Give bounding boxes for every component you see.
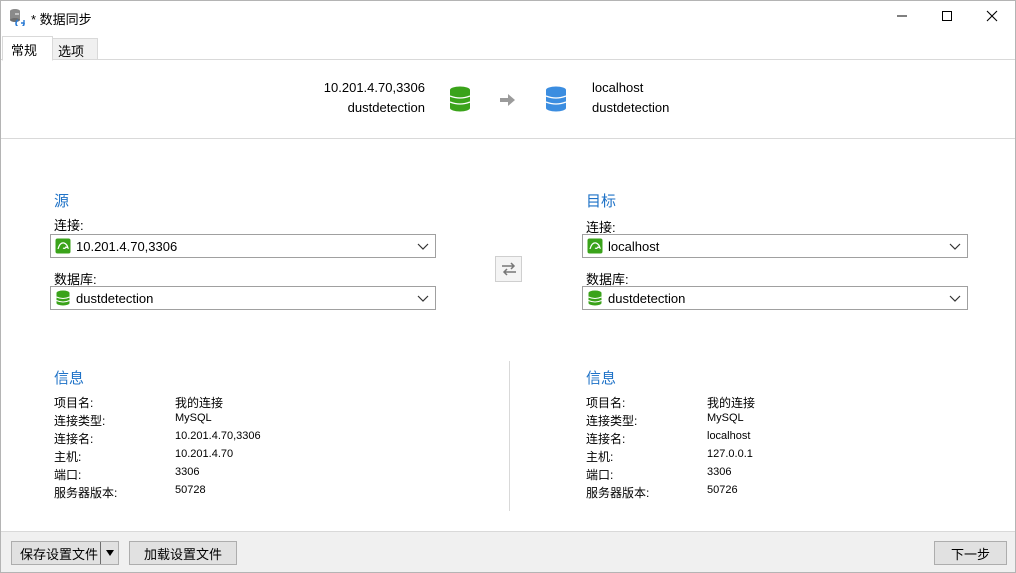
target-info-heading: 信息: [586, 370, 617, 387]
target-database-value: dustdetection: [608, 290, 686, 306]
tab-label: 常规: [11, 43, 38, 58]
tab-strip: 常规 选项: [1, 36, 1015, 61]
info-row: 主机: 10.201.4.70: [54, 448, 454, 466]
info-value: localhost: [707, 430, 751, 442]
chevron-down-icon: [949, 243, 961, 250]
info-value: 10.201.4.70: [175, 448, 234, 460]
chevron-down-icon: [417, 295, 429, 302]
swap-arrows-icon: [501, 262, 516, 276]
source-info-heading: 信息: [54, 370, 85, 387]
info-row: 服务器版本: 50726: [586, 484, 986, 502]
tab-general[interactable]: 常规: [2, 36, 53, 61]
maximize-button[interactable]: [924, 1, 970, 31]
info-key: 连接类型:: [54, 414, 106, 428]
minimize-button[interactable]: [879, 1, 925, 31]
info-value: 3306: [707, 466, 732, 478]
info-key: 项目名:: [54, 396, 94, 410]
target-database-select[interactable]: dustdetection: [582, 286, 968, 310]
load-profile-button[interactable]: 加载设置文件: [129, 541, 237, 565]
info-key: 服务器版本:: [586, 486, 650, 500]
load-profile-label: 加载设置文件: [143, 546, 222, 562]
source-database-value: dustdetection: [76, 290, 154, 306]
info-row: 项目名: 我的连接: [586, 394, 986, 412]
target-info-table: 项目名: 我的连接 连接类型: MySQL 连接名: localhost 主机:…: [586, 394, 986, 502]
title-bar: * 数据同步: [1, 1, 1015, 33]
info-row: 服务器版本: 50728: [54, 484, 454, 502]
info-key: 主机:: [586, 450, 614, 464]
info-key: 连接名:: [586, 432, 626, 446]
save-profile-button[interactable]: 保存设置文件: [11, 541, 119, 565]
info-row: 连接类型: MySQL: [586, 412, 986, 430]
summary-target-db: dustdetection: [592, 100, 670, 115]
window-title: * 数据同步: [31, 12, 92, 27]
info-value: 我的连接: [707, 396, 756, 410]
data-sync-window: * 数据同步 常规 选项 10.201.4.70,3306 dustdetect…: [0, 0, 1016, 573]
source-database-icon: [449, 86, 471, 112]
target-heading: 目标: [586, 193, 617, 210]
info-value: 3306: [175, 466, 200, 478]
info-value: 10.201.4.70,3306: [175, 430, 261, 442]
arrow-right-icon: [500, 94, 515, 106]
info-value: 50728: [175, 484, 206, 496]
swap-button[interactable]: [495, 256, 522, 282]
maximize-icon: [942, 11, 952, 21]
info-key: 连接名:: [54, 432, 94, 446]
info-value: 127.0.0.1: [707, 448, 753, 460]
info-row: 项目名: 我的连接: [54, 394, 454, 412]
summary-source-db: dustdetection: [347, 100, 425, 115]
mysql-connection-icon: [55, 238, 71, 254]
source-connection-select[interactable]: 10.201.4.70,3306: [50, 234, 436, 258]
info-row: 端口: 3306: [54, 466, 454, 484]
info-key: 连接类型:: [586, 414, 638, 428]
sync-summary: 10.201.4.70,3306 dustdetection localhost…: [1, 60, 1015, 139]
info-key: 端口:: [54, 468, 82, 482]
minimize-icon: [897, 15, 907, 17]
info-value: 我的连接: [175, 396, 224, 410]
save-profile-dropdown[interactable]: [100, 542, 118, 564]
info-row: 连接名: 10.201.4.70,3306: [54, 430, 454, 448]
info-row: 端口: 3306: [586, 466, 986, 484]
info-key: 端口:: [586, 468, 614, 482]
dropdown-arrow-icon: [105, 550, 114, 556]
save-profile-label: 保存设置文件: [20, 546, 99, 562]
database-icon: [56, 290, 70, 306]
source-database-select[interactable]: dustdetection: [50, 286, 436, 310]
info-row: 连接类型: MySQL: [54, 412, 454, 430]
source-connection-value: 10.201.4.70,3306: [76, 238, 178, 254]
info-key: 服务器版本:: [54, 486, 118, 500]
sync-database-icon: [10, 9, 25, 26]
source-connection-label: 连接:: [54, 218, 84, 233]
target-connection-select[interactable]: localhost: [582, 234, 968, 258]
next-button[interactable]: 下一步: [934, 541, 1007, 565]
summary-source-host: 10.201.4.70,3306: [323, 80, 425, 95]
close-icon: [986, 10, 998, 22]
info-row: 连接名: localhost: [586, 430, 986, 448]
source-info-table: 项目名: 我的连接 连接类型: MySQL 连接名: 10.201.4.70,3…: [54, 394, 454, 502]
tab-options[interactable]: 选项: [53, 38, 98, 60]
info-value: MySQL: [175, 412, 212, 424]
mysql-connection-icon: [587, 238, 603, 254]
close-button[interactable]: [969, 1, 1015, 31]
info-key: 主机:: [54, 450, 82, 464]
source-heading: 源: [54, 193, 70, 210]
chevron-down-icon: [949, 295, 961, 302]
info-value: MySQL: [707, 412, 744, 424]
footer-bar: 保存设置文件 加载设置文件 下一步: [1, 531, 1015, 572]
database-icon: [588, 290, 602, 306]
next-label: 下一步: [950, 546, 990, 562]
tab-label: 选项: [58, 44, 85, 59]
info-divider: [509, 361, 510, 511]
info-row: 主机: 127.0.0.1: [586, 448, 986, 466]
info-key: 项目名:: [586, 396, 626, 410]
target-connection-value: localhost: [608, 238, 660, 254]
summary-target-host: localhost: [592, 80, 644, 95]
info-value: 50726: [707, 484, 738, 496]
chevron-down-icon: [417, 243, 429, 250]
target-database-icon: [545, 86, 567, 112]
